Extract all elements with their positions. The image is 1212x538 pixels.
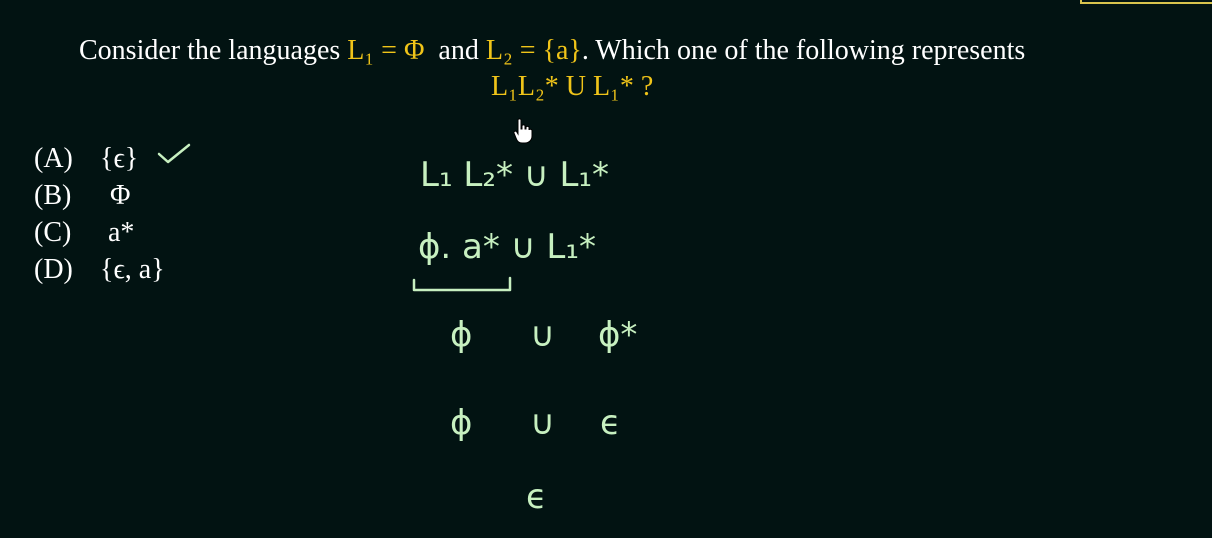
underline-brace: [412, 276, 512, 292]
step-3-left: ϕ: [450, 315, 472, 355]
step-4-right: ϵ: [600, 403, 621, 443]
step-3-union: ∪: [530, 315, 555, 355]
step-5-result: ϵ: [526, 477, 547, 517]
handwritten-solution: L₁ L₂* ∪ L₁* ϕ. a* ∪ L₁* ϕ ∪ ϕ* ϕ ∪ ϵ ϵ: [412, 155, 637, 517]
step-3-right: ϕ*: [598, 315, 637, 355]
step-2-expression: ϕ. a* ∪ L₁*: [418, 227, 596, 267]
step-4-union: ∪: [530, 403, 555, 443]
step-4-left: ϕ: [450, 403, 472, 443]
step-1-expression: L₁ L₂* ∪ L₁*: [420, 155, 609, 195]
